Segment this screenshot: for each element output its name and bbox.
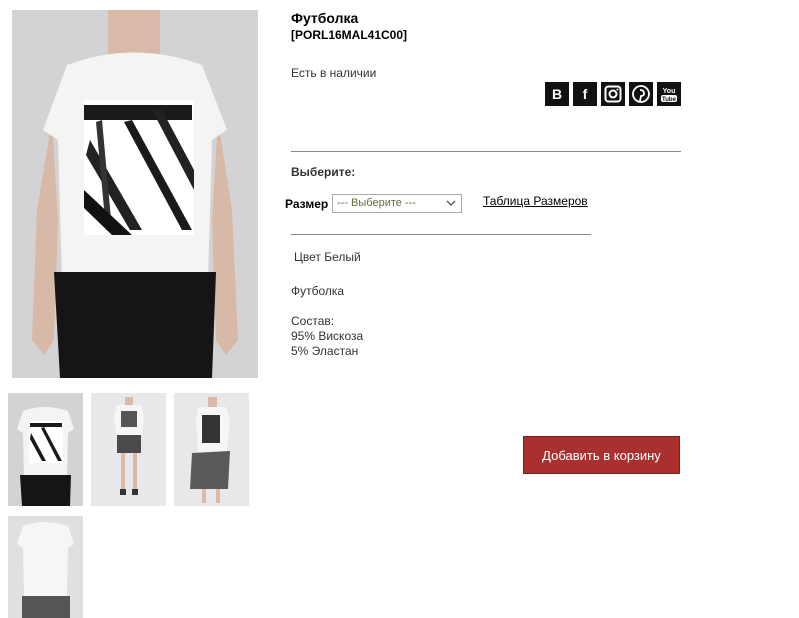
composition: Состав: 95% Вискоза 5% Эластан	[291, 314, 363, 359]
product-title: Футболка	[291, 10, 359, 26]
vk-glyph: B	[551, 86, 563, 102]
size-label: Размер	[285, 197, 329, 211]
product-description: Футболка	[291, 284, 345, 298]
facebook-icon[interactable]: f	[573, 82, 597, 106]
divider	[291, 151, 681, 152]
main-product-image	[12, 10, 258, 378]
availability-status: Есть в наличии	[291, 66, 377, 80]
facebook-glyph: f	[582, 86, 588, 102]
add-to-cart-button[interactable]: Добавить в корзину	[523, 436, 680, 474]
composition-line: 5% Эластан	[291, 344, 359, 358]
color-text: Цвет Белый	[294, 250, 361, 264]
thumbnail-image[interactable]	[91, 393, 166, 506]
chevron-down-icon	[446, 200, 456, 206]
svg-text:You: You	[663, 88, 676, 95]
composition-title: Состав:	[291, 314, 335, 328]
size-select-value: --- Выберите ---	[337, 197, 416, 209]
divider	[291, 234, 591, 235]
size-select[interactable]: --- Выберите ---	[332, 194, 462, 213]
choose-label: Выберите:	[291, 165, 356, 179]
composition-line: 95% Вискоза	[291, 329, 364, 343]
size-chart-link[interactable]: Таблица Размеров	[483, 194, 588, 208]
vk-icon[interactable]: B	[545, 82, 569, 106]
instagram-icon[interactable]	[601, 82, 625, 106]
thumbnail-image[interactable]	[8, 516, 83, 618]
thumbnail-image[interactable]	[174, 393, 249, 506]
product-sku: [PORL16MAL41C00]	[291, 28, 408, 42]
youtube-icon[interactable]: You Tube	[657, 82, 681, 106]
svg-text:Tube: Tube	[662, 97, 677, 103]
thumbnail-image[interactable]	[8, 393, 83, 506]
pinterest-icon[interactable]	[629, 82, 653, 106]
